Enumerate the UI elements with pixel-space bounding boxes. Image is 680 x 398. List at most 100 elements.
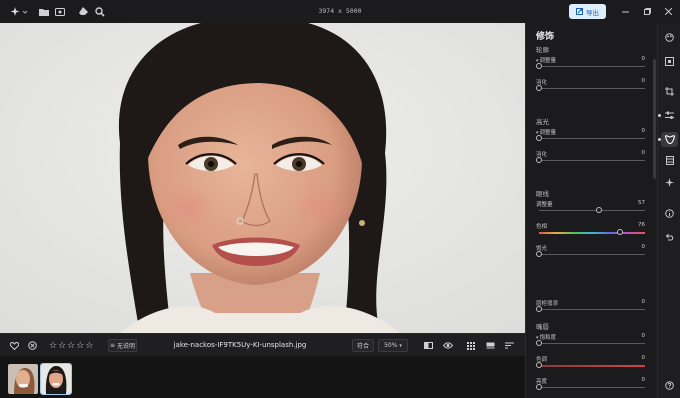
slider-track[interactable] [536, 157, 645, 163]
tool-rail [657, 23, 680, 398]
slider-handle[interactable] [536, 306, 542, 312]
slider-value[interactable]: 0 [642, 299, 646, 305]
export-icon [576, 8, 583, 15]
slider-label-text: 调整量 [536, 202, 553, 208]
slider-label: 调整量 [536, 200, 553, 208]
info-icon[interactable] [663, 207, 676, 220]
section-title: 眼线 [536, 190, 549, 198]
section-title: 轮廓 [536, 46, 549, 54]
active-indicator [658, 138, 661, 141]
slider-track[interactable] [536, 135, 645, 141]
slider-value[interactable]: 0 [642, 355, 646, 361]
description-icon: ≡ [109, 342, 115, 349]
eye-icon[interactable] [443, 334, 453, 357]
slider-handle[interactable] [596, 207, 603, 213]
slider-track[interactable] [536, 85, 645, 91]
sparkle-icon[interactable] [663, 176, 676, 189]
slider-track[interactable] [536, 63, 645, 69]
portrait-photo [0, 23, 525, 333]
grid-icon[interactable] [663, 154, 676, 167]
thumbnail-2[interactable] [40, 363, 72, 395]
slider-label-text: 饱和度 [539, 335, 557, 341]
slider-value[interactable]: 0 [642, 128, 646, 134]
zoom-dropdown[interactable]: 50% ▾ [378, 339, 408, 352]
slider-track[interactable] [539, 229, 645, 235]
close-icon[interactable] [662, 5, 674, 18]
slider-handle[interactable] [536, 63, 542, 69]
slider-value[interactable]: 0 [642, 244, 646, 250]
compare-icon[interactable] [424, 334, 433, 357]
star-rating[interactable]: ☆ ☆ ☆ ☆ ☆ [49, 334, 94, 357]
restore-icon[interactable] [641, 5, 653, 18]
crop-icon[interactable] [663, 85, 676, 98]
slider-value[interactable]: 0 [642, 78, 646, 84]
section-title: 嘴唇 [536, 323, 549, 331]
grid-view-icon[interactable] [467, 334, 475, 357]
slider-track[interactable] [536, 362, 645, 368]
undo-icon[interactable] [663, 231, 676, 244]
slider-handle[interactable] [536, 135, 542, 141]
image-dimensions: 3974 x 5000 [318, 7, 362, 15]
slider-track[interactable] [536, 340, 645, 346]
top-toolbar: 3974 x 5000 导出 [0, 0, 680, 23]
slider-label-text: 色相 [536, 224, 548, 230]
star-icon[interactable]: ☆ [58, 341, 66, 351]
slider-value[interactable]: 0 [642, 150, 646, 156]
eraser-icon[interactable] [78, 5, 90, 18]
slider-handle[interactable] [536, 251, 542, 257]
description-button[interactable]: ≡ 无说明 [108, 339, 137, 352]
panel-title: 修饰 [536, 32, 555, 42]
star-icon[interactable]: ☆ [67, 341, 75, 351]
slider-value[interactable]: 0 [642, 377, 646, 383]
filmstrip-view-icon[interactable] [486, 334, 495, 357]
heart-icon[interactable] [10, 334, 19, 357]
slider-handle[interactable] [536, 362, 542, 368]
chevron-down-icon: ▾ [399, 342, 402, 349]
slider-handle[interactable] [536, 85, 542, 91]
app-window: 3974 x 5000 导出 ☆ ☆ ☆ ☆ ☆ ≡ 无说明 jake-nack… [0, 0, 680, 398]
export-label: 导出 [586, 8, 599, 17]
minimize-icon[interactable] [619, 5, 631, 18]
export-button[interactable]: 导出 [569, 4, 606, 19]
search-icon[interactable] [94, 5, 106, 18]
star-icon[interactable]: ☆ [85, 341, 93, 351]
slider-track[interactable] [536, 306, 645, 312]
slider-label: 色相 [536, 222, 547, 230]
sliders-icon[interactable] [663, 109, 676, 122]
crop-frame-icon[interactable] [663, 55, 676, 68]
folder-icon[interactable] [38, 5, 50, 18]
reject-icon[interactable] [28, 334, 37, 357]
slider-value[interactable]: 0 [642, 333, 646, 339]
sort-icon[interactable] [505, 334, 514, 357]
slider-handle[interactable] [616, 229, 623, 235]
slider-handle[interactable] [536, 157, 542, 163]
file-name: jake-nackos-IF9TK5Uy-KI-unsplash.jpg [173, 341, 307, 349]
slider-value[interactable]: 57 [638, 200, 645, 206]
active-indicator [658, 114, 661, 117]
slider-track[interactable] [536, 384, 645, 390]
section-title: 高光 [536, 118, 549, 126]
description-label: 无说明 [117, 343, 136, 350]
fit-button[interactable]: 符合 [352, 339, 374, 352]
panel-scrollbar[interactable] [653, 59, 656, 179]
help-icon[interactable] [663, 379, 676, 392]
slider-handle[interactable] [536, 384, 542, 390]
retouch-panel: 修饰 轮廓 ▾调整量 0 羽化 0 高光 ▾调整量 0 羽化 0 眼线 调整量 57 色相 76 饱光 0 层柜增… [525, 23, 657, 398]
image-toolbar: ☆ ☆ ☆ ☆ ☆ ≡ 无说明 jake-nackos-IF9TK5Uy-KI-… [0, 333, 525, 356]
star-icon[interactable]: ☆ [76, 341, 84, 351]
slider-value[interactable]: 76 [638, 222, 645, 228]
face-retouch-icon[interactable] [661, 132, 678, 147]
zoom-value: 50% [384, 342, 398, 349]
image-icon[interactable] [54, 5, 66, 18]
slider-label-text: 调整量 [539, 58, 557, 64]
slider-label-text: 调整量 [539, 130, 557, 136]
slider-handle[interactable] [536, 340, 542, 346]
thumbnail-1[interactable] [8, 364, 38, 394]
photo-canvas[interactable] [0, 23, 525, 333]
slider-track[interactable] [536, 251, 645, 257]
magic-wand-icon[interactable] [10, 5, 28, 18]
color-palette-icon[interactable] [663, 31, 676, 44]
star-icon[interactable]: ☆ [49, 341, 57, 351]
slider-value[interactable]: 0 [642, 56, 646, 62]
slider-track[interactable] [539, 207, 645, 213]
